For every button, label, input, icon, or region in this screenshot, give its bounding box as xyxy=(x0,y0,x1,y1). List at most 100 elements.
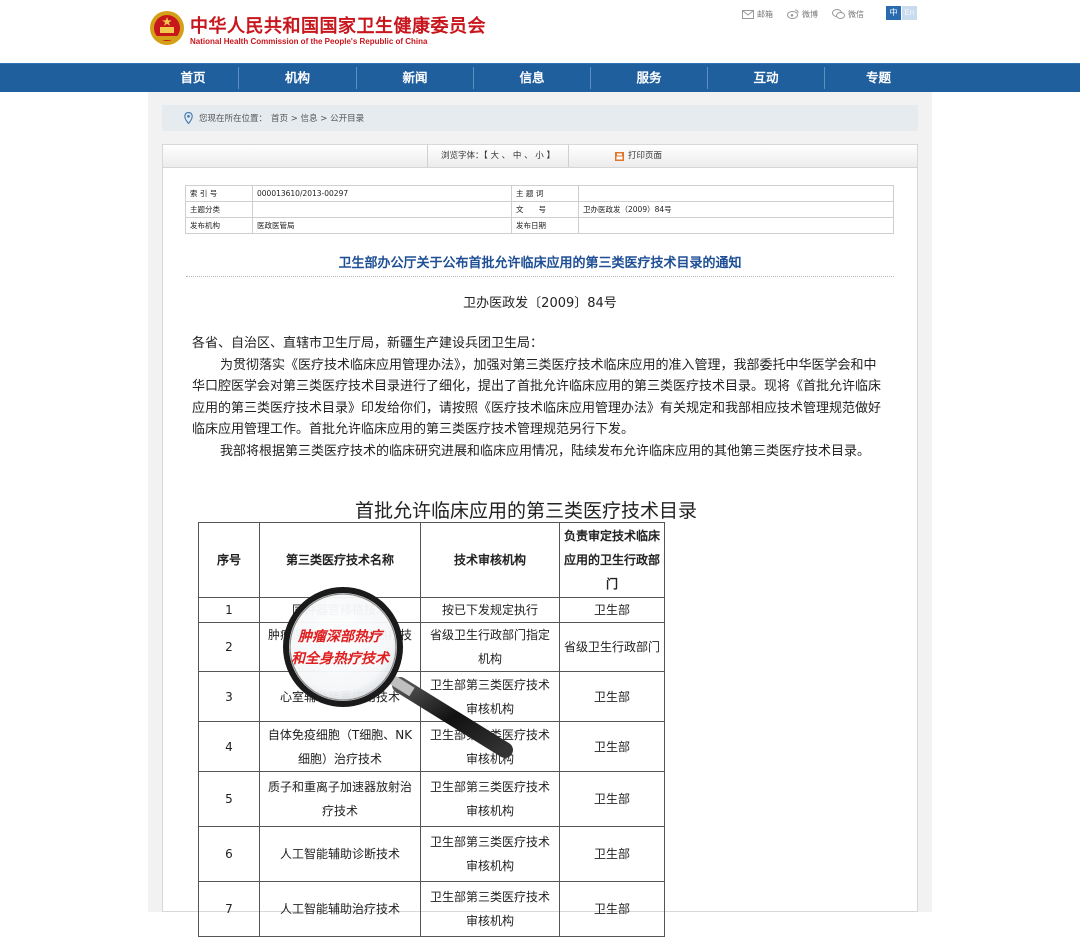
salutation: 各省、自治区、直辖市卫生厅局，新疆生产建设兵团卫生局： xyxy=(192,336,544,351)
table-row: 5 质子和重离子加速器放射治疗技术 卫生部第三类医疗技术审核机构 卫生部 xyxy=(198,771,665,827)
table-cell: 卫生部第三类医疗技术审核机构 xyxy=(420,671,560,722)
table-cell: 3 xyxy=(198,671,260,722)
meta-label: 文 号 xyxy=(511,201,579,218)
table-cell: 卫生部 xyxy=(559,826,665,882)
tech-table-title: 首批允许临床应用的第三类医疗技术目录 xyxy=(355,500,698,522)
table-cell: 按已下发规定执行 xyxy=(420,597,560,623)
magnified-line: 肿瘤深部热疗 xyxy=(298,629,382,645)
wechat-link[interactable]: 微信 xyxy=(832,9,864,20)
main-nav: 首页 机构 新闻 信息 服务 互动 专题 xyxy=(0,63,1080,92)
table-row: 索 引 号 000013610/2013-00297 主 题 词 xyxy=(185,185,894,202)
table-cell: 4 xyxy=(198,721,260,772)
table-cell: 自体免疫细胞（T细胞、NK细胞）治疗技术 xyxy=(259,721,421,772)
nav-item-organization[interactable]: 机构 xyxy=(239,64,356,92)
mail-icon xyxy=(742,9,754,19)
table-row: 7 人工智能辅助治疗技术 卫生部第三类医疗技术审核机构 卫生部 xyxy=(198,881,665,937)
table-cell: 同种器官移植技术 xyxy=(259,597,421,623)
tech-table: 序号 第三类医疗技术名称 技术审核机构 负责审定技术临床应用的卫生行政部门 1 … xyxy=(198,522,665,937)
meta-label: 主题分类 xyxy=(185,201,253,218)
table-row: 发布机构 医政医管局 发布日期 xyxy=(185,217,894,234)
nav-item-topics[interactable]: 专题 xyxy=(825,64,932,92)
table-cell: 质子和重离子加速器放射治疗技术 xyxy=(259,771,421,827)
nav-item-information[interactable]: 信息 xyxy=(474,64,590,92)
language-switch: 中 En xyxy=(886,6,917,20)
nav-item-services[interactable]: 服务 xyxy=(591,64,707,92)
column-header: 序号 xyxy=(198,522,260,598)
national-emblem-icon[interactable] xyxy=(149,10,185,46)
table-cell: 卫生部 xyxy=(559,881,665,937)
top-links: 邮箱 微博 微信 xyxy=(742,7,878,21)
nav-item-home[interactable]: 首页 xyxy=(148,64,238,92)
magnified-text: 肿瘤深部热疗 和全身热疗技术 xyxy=(280,626,400,670)
weibo-label: 微博 xyxy=(802,9,818,19)
table-cell: 省级卫生行政部门指定机构 xyxy=(420,622,560,672)
site-title[interactable]: 中华人民共和国国家卫生健康委员会 xyxy=(190,12,486,38)
body-paragraph: 我部将根据第三类医疗技术的临床研究进展和临床应用情况，陆续发布允许临床应用的其他… xyxy=(220,443,871,459)
meta-value xyxy=(578,217,894,234)
table-row: 主题分类 文 号 卫办医政发（2009）84号 xyxy=(185,201,894,218)
body-paragraph: 为贯彻落实《医疗技术临床应用管理办法》，加强对第三类医疗技术临床应用的准入管理，… xyxy=(192,357,882,438)
print-button[interactable]: 打印页面 xyxy=(615,145,662,167)
location-pin-icon xyxy=(184,112,193,124)
meta-label: 发布机构 xyxy=(185,217,253,234)
document-title: 卫生部办公厅关于公布首批允许临床应用的第三类医疗技术目录的通知 xyxy=(338,256,742,271)
table-row: 3 心室辅助装置应用技术 卫生部第三类医疗技术审核机构 卫生部 xyxy=(198,671,665,722)
table-cell: 2 xyxy=(198,622,260,672)
table-cell: 人工智能辅助诊断技术 xyxy=(259,826,421,882)
mail-label: 邮箱 xyxy=(757,9,773,19)
nav-item-news[interactable]: 新闻 xyxy=(357,64,473,92)
table-row: 1 同种器官移植技术 按已下发规定执行 卫生部 xyxy=(198,597,665,623)
column-header: 第三类医疗技术名称 xyxy=(259,522,421,598)
table-cell: 卫生部第三类医疗技术审核机构 xyxy=(420,721,560,772)
lang-zh-button[interactable]: 中 xyxy=(886,6,901,20)
meta-value xyxy=(252,201,512,218)
meta-value xyxy=(578,185,894,202)
breadcrumb-prefix: 您现在所在位置： xyxy=(199,114,268,124)
site-title-english[interactable]: National Health Commission of the People… xyxy=(190,37,427,46)
table-header-row: 序号 第三类医疗技术名称 技术审核机构 负责审定技术临床应用的卫生行政部门 xyxy=(198,522,665,598)
table-cell: 卫生部 xyxy=(559,721,665,772)
table-cell: 卫生部第三类医疗技术审核机构 xyxy=(420,881,560,937)
table-cell: 6 xyxy=(198,826,260,882)
breadcrumb: 您现在所在位置： 首页 > 信息 > 公开目录 xyxy=(162,105,918,131)
metadata-table: 索 引 号 000013610/2013-00297 主 题 词 主题分类 文 … xyxy=(185,185,894,234)
table-row: 2 肿瘤深部热疗和全身热疗技术 省级卫生行政部门指定机构 省级卫生行政部门 xyxy=(198,622,665,672)
table-cell: 省级卫生行政部门 xyxy=(559,622,665,672)
document-body: 各省、自治区、直辖市卫生厅局，新疆生产建设兵团卫生局： 为贯彻落实《医疗技术临床… xyxy=(192,333,882,462)
meta-label: 索 引 号 xyxy=(185,185,253,202)
site-header: 中华人民共和国国家卫生健康委员会 National Health Commiss… xyxy=(0,0,1080,63)
print-icon xyxy=(615,151,624,161)
nav-item-interaction[interactable]: 互动 xyxy=(708,64,824,92)
table-cell: 卫生部第三类医疗技术审核机构 xyxy=(420,826,560,882)
magnified-line: 和全身热疗技术 xyxy=(291,651,389,667)
breadcrumb-path[interactable]: 首页 > 信息 > 公开目录 xyxy=(271,112,364,124)
table-cell: 人工智能辅助治疗技术 xyxy=(259,881,421,937)
table-cell: 1 xyxy=(198,597,260,623)
font-size-control[interactable]: 浏览字体：【 大 、 中 、 小 】 xyxy=(427,145,569,167)
weibo-link[interactable]: 微博 xyxy=(787,9,818,20)
table-cell: 卫生部 xyxy=(559,771,665,827)
meta-label: 发布日期 xyxy=(511,217,579,234)
wechat-icon xyxy=(832,9,845,19)
meta-value: 医政医管局 xyxy=(252,217,512,234)
table-row: 4 自体免疫细胞（T细胞、NK细胞）治疗技术 卫生部第三类医疗技术审核机构 卫生… xyxy=(198,721,665,772)
title-divider xyxy=(186,276,894,277)
table-cell: 7 xyxy=(198,881,260,937)
meta-label: 主 题 词 xyxy=(511,185,579,202)
table-cell: 5 xyxy=(198,771,260,827)
table-cell: 心室辅助装置应用技术 xyxy=(259,671,421,722)
table-row: 6 人工智能辅助诊断技术 卫生部第三类医疗技术审核机构 卫生部 xyxy=(198,826,665,882)
weibo-icon xyxy=(787,9,799,19)
lang-en-button[interactable]: En xyxy=(902,6,917,20)
table-cell: 卫生部 xyxy=(559,597,665,623)
column-header: 技术审核机构 xyxy=(420,522,560,598)
mail-link[interactable]: 邮箱 xyxy=(742,9,773,20)
meta-value: 卫办医政发（2009）84号 xyxy=(578,201,894,218)
table-cell: 卫生部第三类医疗技术审核机构 xyxy=(420,771,560,827)
column-header: 负责审定技术临床应用的卫生行政部门 xyxy=(559,522,665,598)
table-cell: 卫生部 xyxy=(559,671,665,722)
document-number: 卫办医政发〔2009〕84号 xyxy=(463,296,617,311)
wechat-label: 微信 xyxy=(848,9,864,19)
meta-value: 000013610/2013-00297 xyxy=(252,185,512,202)
article-toolbar: 浏览字体：【 大 、 中 、 小 】 打印页面 xyxy=(163,145,917,168)
